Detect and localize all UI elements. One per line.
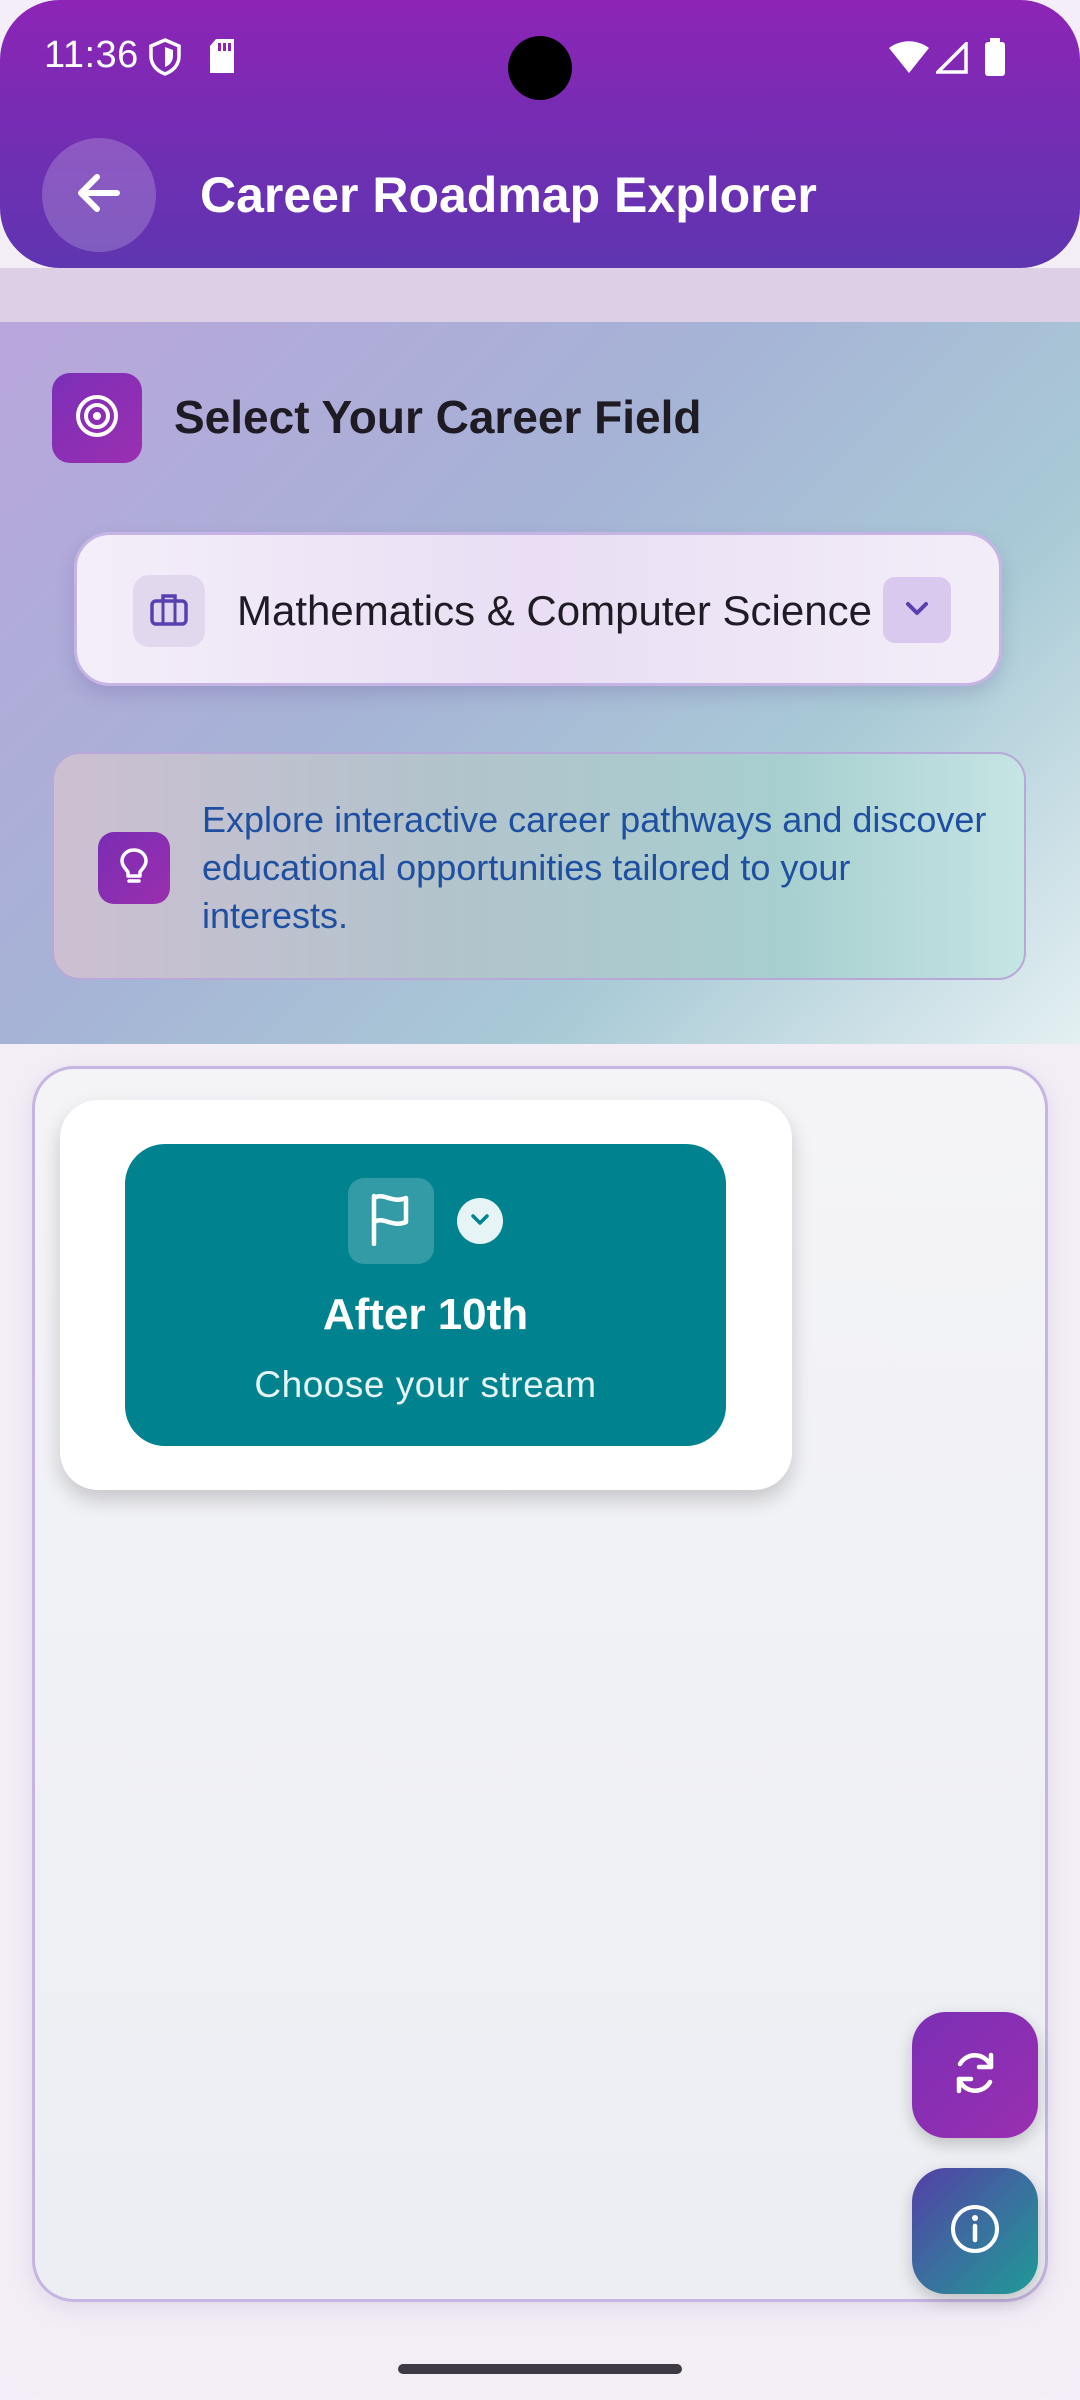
status-bar: 11:36 bbox=[0, 0, 1080, 120]
roadmap-node-after-10th[interactable]: After 10th Choose your stream bbox=[125, 1144, 726, 1446]
app-bar: 11:36 Career Roadmap Explorer bbox=[0, 0, 1080, 268]
node-expand-toggle[interactable] bbox=[457, 1198, 503, 1244]
home-indicator[interactable] bbox=[398, 2364, 682, 2374]
info-banner-text: Explore interactive career pathways and … bbox=[202, 799, 987, 936]
shield-icon bbox=[148, 38, 182, 81]
page-title: Career Roadmap Explorer bbox=[200, 167, 817, 223]
section-heading: Select Your Career Field bbox=[174, 391, 702, 443]
chevron-down-icon bbox=[901, 592, 933, 629]
info-button[interactable] bbox=[912, 2168, 1038, 2294]
dropdown-leading-badge bbox=[133, 575, 205, 647]
career-field-dropdown[interactable]: Mathematics & Computer Science bbox=[74, 532, 1002, 686]
dropdown-toggle[interactable] bbox=[883, 577, 951, 643]
front-camera bbox=[508, 36, 572, 100]
lightbulb-icon bbox=[114, 846, 154, 891]
status-time: 11:36 bbox=[44, 34, 139, 76]
refresh-button[interactable] bbox=[912, 2012, 1038, 2138]
refresh-icon bbox=[947, 2045, 1003, 2106]
node-icon-badge bbox=[348, 1178, 434, 1264]
flag-icon bbox=[366, 1192, 416, 1251]
info-banner: Explore interactive career pathways and … bbox=[52, 752, 1026, 980]
target-icon bbox=[74, 393, 120, 444]
arrow-left-icon bbox=[71, 165, 127, 226]
info-icon bbox=[948, 2202, 1002, 2261]
node-title: After 10th bbox=[322, 1290, 529, 1339]
sd-card-icon bbox=[208, 38, 236, 79]
wifi-icon bbox=[888, 40, 930, 79]
briefcase-icon bbox=[149, 589, 189, 634]
screen: 11:36 Career Roadmap Explorer Select You… bbox=[0, 0, 1080, 2400]
battery-icon bbox=[984, 38, 1006, 81]
dropdown-selected-value: Mathematics & Computer Science bbox=[237, 587, 872, 634]
chevron-down-icon bbox=[467, 1206, 493, 1237]
back-button[interactable] bbox=[42, 138, 156, 252]
node-subtitle: Choose your stream bbox=[254, 1364, 597, 1405]
section-icon-badge bbox=[52, 373, 142, 463]
info-banner-icon-badge bbox=[98, 832, 170, 904]
signal-icon bbox=[933, 39, 968, 79]
divider-band bbox=[0, 268, 1080, 323]
